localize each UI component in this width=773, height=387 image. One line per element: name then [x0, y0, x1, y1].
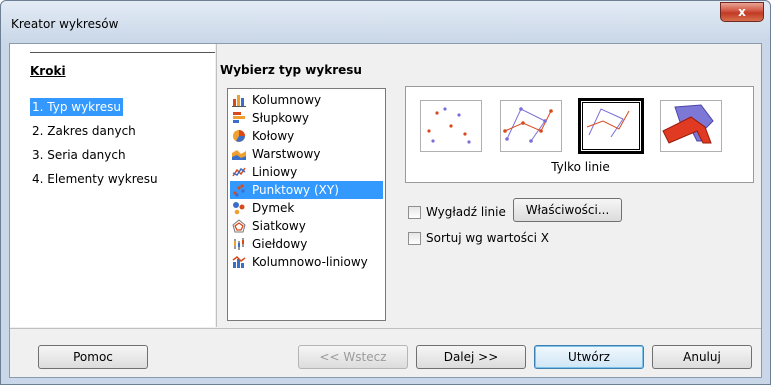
- bar-chart-icon: [233, 112, 245, 123]
- stock-chart-icon: [234, 238, 244, 250]
- step-data-range[interactable]: 2. Zakres danych: [30, 122, 138, 140]
- window-title: Kreator wykresów: [11, 17, 119, 31]
- footer-divider: [10, 328, 761, 329]
- chart-type-pie[interactable]: Kołowy: [230, 127, 383, 145]
- chart-type-label: Liniowy: [252, 165, 298, 179]
- net-chart-icon: [232, 219, 246, 233]
- chart-type-label: Warstwowy: [252, 147, 321, 161]
- variant-points-and-lines[interactable]: [500, 100, 562, 152]
- chart-type-bubble[interactable]: Dymek: [230, 199, 383, 217]
- points-only-icon: [427, 107, 471, 144]
- smooth-lines-checkbox[interactable]: [408, 206, 421, 219]
- sidebar-divider: [216, 44, 217, 327]
- pie-chart-icon: [233, 130, 245, 142]
- chart-type-label: Kołowy: [252, 129, 295, 143]
- sort-by-x-label: Sortuj wg wartości X: [426, 231, 549, 245]
- chart-type-label: Dymek: [252, 201, 295, 215]
- dialog-body: Kroki 1. Typ wykresu 2. Zakres danych 3.…: [9, 43, 762, 378]
- chart-type-column-line[interactable]: Kolumnowo-liniowy: [230, 253, 383, 271]
- properties-button[interactable]: Właściwości...: [513, 198, 622, 222]
- chart-type-label: Kolumnowy: [252, 93, 322, 107]
- line-chart-icon: [232, 167, 246, 177]
- next-button[interactable]: Dalej >>: [416, 345, 526, 369]
- back-button[interactable]: << Wstecz: [298, 345, 408, 369]
- step-chart-elements[interactable]: 4. Elementy wykresu: [30, 170, 160, 188]
- close-button[interactable]: x: [720, 2, 764, 22]
- smooth-lines-label: Wygładź linie: [426, 205, 506, 219]
- points-and-lines-icon: [503, 107, 553, 143]
- chart-type-stock[interactable]: Giełdowy: [230, 235, 383, 253]
- variant-points-only[interactable]: [420, 100, 482, 152]
- steps-title: Kroki: [30, 64, 66, 78]
- lines-only-icon: [586, 108, 630, 138]
- close-icon: x: [738, 5, 746, 19]
- variant-label: Tylko linie: [551, 160, 610, 174]
- title-bar: Kreator wykresów x: [1, 1, 770, 43]
- steps-separator: [30, 52, 215, 53]
- section-title: Wybierz typ wykresu: [220, 63, 362, 77]
- chart-type-label: Punktowy (XY): [250, 181, 341, 199]
- chart-type-area[interactable]: Warstwowy: [230, 145, 383, 163]
- column-chart-icon: [232, 95, 246, 107]
- 3d-lines-icon: [662, 104, 714, 144]
- chart-variant-panel: Tylko linie: [405, 86, 754, 183]
- chart-type-label: Siatkowy: [252, 219, 306, 233]
- chart-type-net[interactable]: Siatkowy: [230, 217, 383, 235]
- variant-3d-lines[interactable]: [660, 100, 722, 152]
- chart-type-label: Słupkowy: [252, 111, 310, 125]
- cancel-button[interactable]: Anuluj: [652, 345, 752, 369]
- variant-lines-only[interactable]: [578, 98, 644, 154]
- chart-type-column[interactable]: Kolumnowy: [230, 91, 383, 109]
- help-button[interactable]: Pomoc: [38, 345, 148, 369]
- chart-type-label: Giełdowy: [252, 237, 308, 251]
- sort-by-x-checkbox[interactable]: [408, 232, 421, 245]
- scatter-chart-icon: [233, 184, 245, 197]
- chart-wizard-window: Kreator wykresów x Kroki 1. Typ wykresu …: [0, 0, 771, 385]
- column-line-chart-icon: [232, 256, 246, 268]
- step-data-series[interactable]: 3. Seria danych: [30, 146, 128, 164]
- chart-type-bar[interactable]: Słupkowy: [230, 109, 383, 127]
- steps-panel: Kroki 1. Typ wykresu 2. Zakres danych 3.…: [10, 44, 215, 327]
- chart-type-label: Kolumnowo-liniowy: [252, 255, 368, 269]
- chart-type-line[interactable]: Liniowy: [230, 163, 383, 181]
- chart-type-list[interactable]: Kolumnowy Słupkowy Kołowy Warstwowy Lini…: [227, 88, 386, 321]
- area-chart-icon: [232, 150, 246, 160]
- bubble-chart-icon: [233, 202, 245, 215]
- step-chart-type[interactable]: 1. Typ wykresu: [30, 98, 124, 116]
- chart-type-scatter[interactable]: Punktowy (XY): [230, 181, 383, 199]
- finish-button[interactable]: Utwórz: [534, 345, 644, 369]
